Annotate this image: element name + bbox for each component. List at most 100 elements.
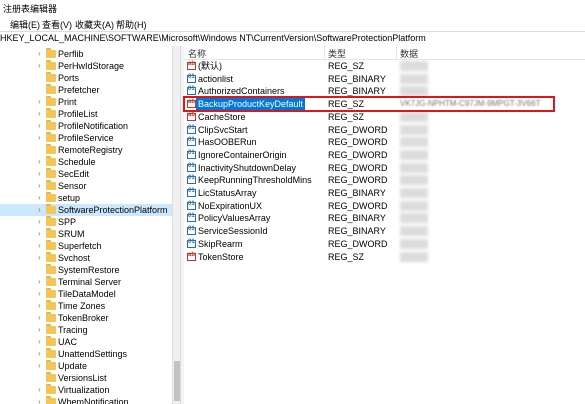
chevron-right-icon[interactable]: › — [38, 229, 46, 239]
tree-item[interactable]: › Perflib — [0, 48, 172, 60]
chevron-right-icon — [38, 265, 46, 275]
tree-item[interactable]: › Virtualization — [0, 384, 172, 396]
chevron-right-icon[interactable]: › — [38, 385, 46, 395]
value-row[interactable]: (默认) REG_SZ — [184, 60, 585, 72]
binary-value-icon — [187, 150, 196, 159]
menu-edit[interactable]: 编辑(E) — [10, 18, 40, 31]
tree-item[interactable]: › Svchost — [0, 252, 172, 264]
menu-bar: 编辑(E) 查看(V) 收藏夹(A) 帮助(H) — [0, 16, 585, 31]
chevron-right-icon[interactable]: › — [38, 253, 46, 263]
folder-icon — [46, 228, 56, 238]
registry-key-tree: › Perflib › PerHwIdStorage Ports Prefetcher › P… — [0, 46, 180, 404]
value-row[interactable]: PolicyValuesArray REG_BINARY — [184, 212, 585, 224]
chevron-right-icon[interactable]: › — [38, 277, 46, 287]
tree-item[interactable]: › PerHwIdStorage — [0, 60, 172, 72]
folder-icon — [46, 300, 56, 310]
value-type: REG_DWORD — [328, 137, 388, 148]
tree-item-label: WbemNotification — [58, 397, 129, 404]
value-row[interactable]: LicStatusArray REG_BINARY — [184, 187, 585, 199]
chevron-right-icon[interactable]: › — [38, 325, 46, 335]
tree-item[interactable]: › ProfileList — [0, 108, 172, 120]
chevron-right-icon[interactable]: › — [38, 49, 46, 59]
value-name: CacheStore — [198, 111, 246, 122]
address-path[interactable]: HKEY_LOCAL_MACHINE\SOFTWARE\Microsoft\Wi… — [0, 33, 426, 43]
tree-item[interactable]: › UAC — [0, 336, 172, 348]
chevron-right-icon[interactable]: › — [38, 337, 46, 347]
value-row[interactable]: HasOOBERun REG_DWORD — [184, 136, 585, 148]
redacted-data — [400, 188, 428, 198]
value-type: REG_BINARY — [328, 73, 386, 84]
tree-item[interactable]: › Time Zones — [0, 300, 172, 312]
value-row[interactable]: InactivityShutdownDelay REG_DWORD — [184, 162, 585, 174]
tree-item[interactable]: › SecEdit — [0, 168, 172, 180]
column-header-type[interactable]: 类型 — [328, 47, 346, 60]
tree-item[interactable]: › UnattendSettings — [0, 348, 172, 360]
chevron-right-icon[interactable]: › — [38, 349, 46, 359]
chevron-right-icon[interactable]: › — [38, 313, 46, 323]
column-separator[interactable] — [324, 46, 325, 59]
tree-item[interactable]: › TokenBroker — [0, 312, 172, 324]
chevron-right-icon[interactable]: › — [38, 205, 46, 215]
chevron-right-icon[interactable]: › — [38, 169, 46, 179]
chevron-right-icon[interactable]: › — [38, 301, 46, 311]
value-name: LicStatusArray — [198, 188, 257, 198]
tree-item[interactable]: › Update — [0, 360, 172, 372]
tree-item[interactable]: VersionsList — [0, 372, 172, 384]
tree-item-label: Sensor — [58, 181, 87, 191]
value-type: REG_DWORD — [328, 200, 388, 211]
folder-icon — [46, 204, 56, 214]
column-header-name[interactable]: 名称 — [188, 47, 206, 60]
menu-favorites[interactable]: 收藏夹(A) — [75, 18, 114, 31]
tree-item[interactable]: › WbemNotification — [0, 396, 172, 404]
tree-item[interactable]: › SRUM — [0, 228, 172, 240]
tree-item-label: Schedule — [58, 157, 96, 167]
chevron-right-icon[interactable]: › — [38, 397, 46, 404]
tree-item[interactable]: › Superfetch — [0, 240, 172, 252]
tree-item[interactable]: Prefetcher — [0, 84, 172, 96]
tree-item[interactable]: › Terminal Server — [0, 276, 172, 288]
chevron-right-icon[interactable]: › — [38, 193, 46, 203]
chevron-right-icon[interactable]: › — [38, 361, 46, 371]
chevron-right-icon[interactable]: › — [38, 217, 46, 227]
value-row[interactable]: ServiceSessionId REG_BINARY — [184, 225, 585, 237]
tree-item[interactable]: › SoftwareProtectionPlatform — [0, 204, 172, 216]
tree-item-label: Virtualization — [58, 385, 110, 395]
tree-item[interactable]: RemoteRegistry — [0, 144, 172, 156]
tree-item[interactable]: › ProfileNotification — [0, 120, 172, 132]
value-row[interactable]: IgnoreContainerOrigin REG_DWORD — [184, 149, 585, 161]
chevron-right-icon[interactable]: › — [38, 133, 46, 143]
tree-item[interactable]: › setup — [0, 192, 172, 204]
address-bar[interactable]: HKEY_LOCAL_MACHINE\SOFTWARE\Microsoft\Wi… — [0, 31, 585, 47]
value-row[interactable]: CacheStore REG_SZ — [184, 111, 585, 123]
column-separator[interactable] — [396, 46, 397, 59]
chevron-right-icon[interactable]: › — [38, 109, 46, 119]
tree-item[interactable]: › TileDataModel — [0, 288, 172, 300]
tree-item[interactable]: › Tracing — [0, 324, 172, 336]
value-row[interactable]: SkipRearm REG_DWORD — [184, 238, 585, 250]
tree-item[interactable]: SystemRestore — [0, 264, 172, 276]
value-row[interactable]: NoExpirationUX REG_DWORD — [184, 200, 585, 212]
value-row[interactable]: TokenStore REG_SZ — [184, 251, 585, 263]
value-row[interactable]: ClipSvcStart REG_DWORD — [184, 124, 585, 136]
chevron-right-icon[interactable]: › — [38, 97, 46, 107]
chevron-right-icon[interactable]: › — [38, 121, 46, 131]
tree-item[interactable]: › Sensor — [0, 180, 172, 192]
value-row[interactable]: actionlist REG_BINARY — [184, 73, 585, 85]
folder-icon — [46, 324, 56, 334]
column-header-data[interactable]: 数据 — [400, 47, 418, 60]
value-row[interactable]: KeepRunningThresholdMins REG_DWORD — [184, 174, 585, 186]
chevron-right-icon[interactable]: › — [38, 289, 46, 299]
chevron-right-icon[interactable]: › — [38, 181, 46, 191]
tree-item[interactable]: Ports — [0, 72, 172, 84]
chevron-right-icon[interactable]: › — [38, 157, 46, 167]
redacted-data — [400, 251, 428, 262]
tree-item[interactable]: › Schedule — [0, 156, 172, 168]
tree-item[interactable]: › SPP — [0, 216, 172, 228]
tree-item[interactable]: › Print — [0, 96, 172, 108]
chevron-right-icon[interactable]: › — [38, 61, 46, 71]
tree-item[interactable]: › ProfileService — [0, 132, 172, 144]
menu-help[interactable]: 帮助(H) — [116, 18, 147, 31]
value-type: REG_BINARY — [328, 226, 386, 237]
menu-view[interactable]: 查看(V) — [42, 18, 72, 31]
chevron-right-icon[interactable]: › — [38, 241, 46, 251]
